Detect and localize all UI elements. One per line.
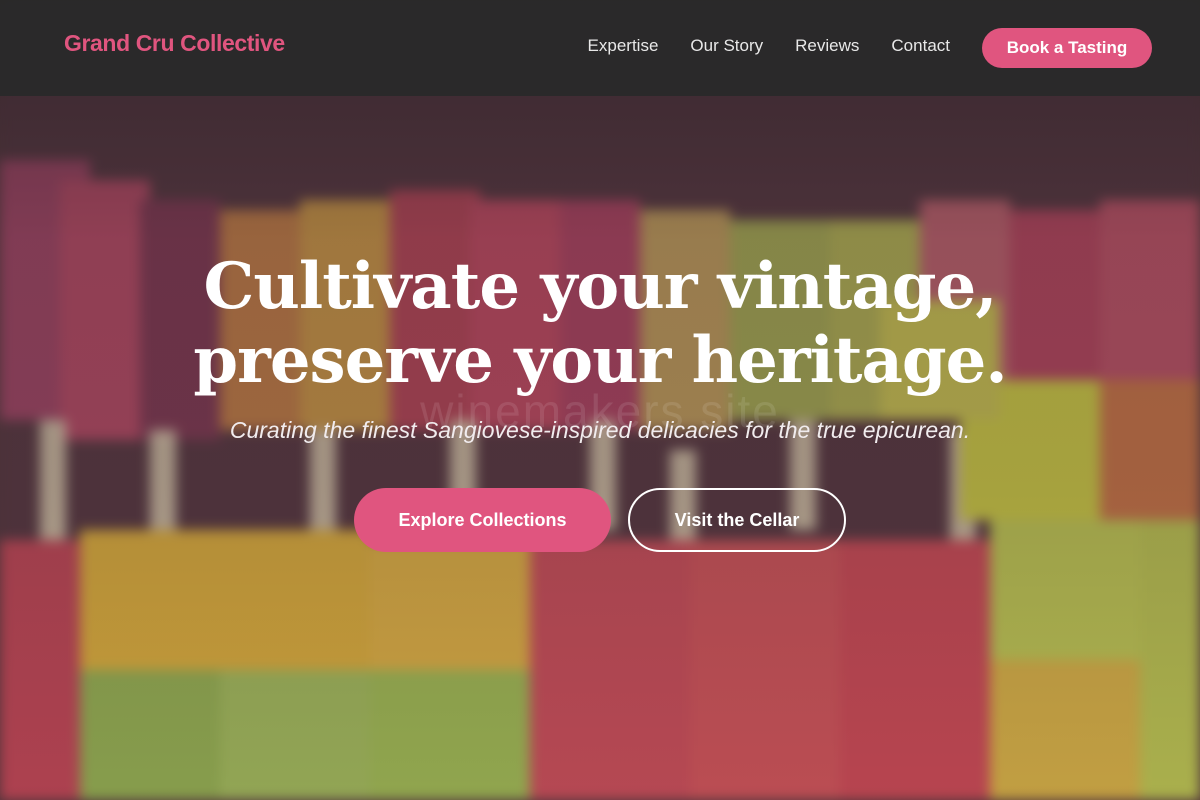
explore-collections-button[interactable]: Explore Collections [354, 488, 611, 552]
nav-link-contact[interactable]: Contact [891, 36, 950, 56]
hero-title-line-1: Cultivate your vintage, [203, 249, 997, 324]
nav-link-reviews[interactable]: Reviews [795, 36, 859, 56]
hero-title-line-2: preserve your heritage. [193, 323, 1007, 398]
page: winemakers site Grand Cru Collective Exp… [0, 0, 1200, 800]
navbar: Grand Cru Collective Expertise Our Story… [0, 0, 1200, 96]
hero-subtitle: Curating the finest Sangiovese-inspired … [229, 417, 971, 443]
nav-link-our-story[interactable]: Our Story [690, 36, 763, 56]
nav-links: Expertise Our Story Reviews Contact [588, 36, 950, 56]
visit-cellar-button[interactable]: Visit the Cellar [628, 488, 846, 552]
book-tasting-button[interactable]: Book a Tasting [982, 28, 1152, 68]
hero-title: Cultivate your vintage, preserve your he… [0, 250, 1200, 398]
brand-logo-link[interactable]: Grand Cru Collective [64, 30, 285, 57]
nav-link-expertise[interactable]: Expertise [588, 36, 659, 56]
